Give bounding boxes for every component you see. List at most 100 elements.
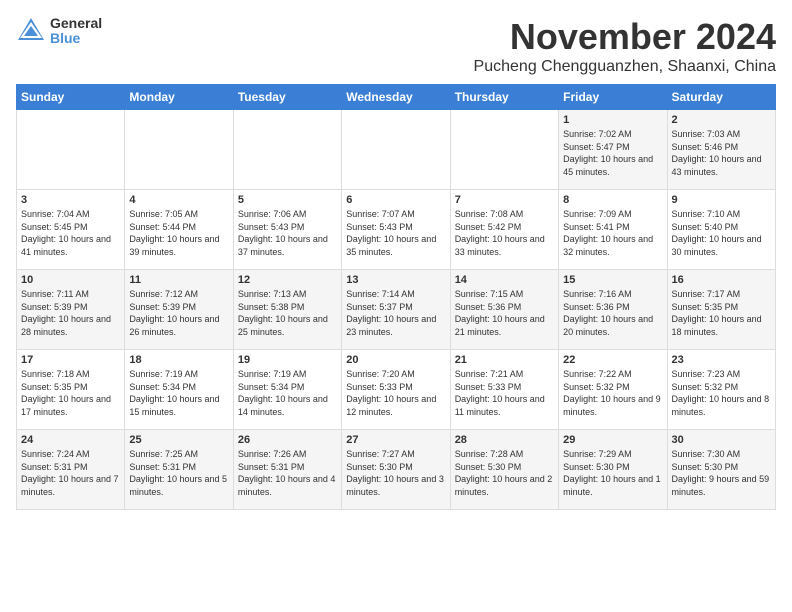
empty-cell [233,110,341,190]
day-number: 30 [672,434,771,446]
logo-blue: Blue [50,31,102,46]
weekday-header-tuesday: Tuesday [233,85,341,110]
title-block: November 2024 Pucheng Chengguanzhen, Sha… [474,16,776,76]
week-row-5: 24 Sunrise: 7:24 AM Sunset: 5:31 PM Dayli… [17,430,776,510]
day-number: 24 [21,434,120,446]
day-info: Sunrise: 7:23 AM Sunset: 5:32 PM Dayligh… [672,368,771,418]
day-info: Sunrise: 7:04 AM Sunset: 5:45 PM Dayligh… [21,208,120,258]
day-cell-15: 15Sunrise: 7:16 AM Sunset: 5:36 PM Dayli… [559,270,667,350]
day-number: 21 [455,354,554,366]
logo: General Blue [16,16,102,47]
day-number: 25 [129,434,228,446]
empty-cell [125,110,233,190]
day-number: 19 [238,354,337,366]
day-info: Sunrise: 7:16 AM Sunset: 5:36 PM Dayligh… [563,288,662,338]
day-number: 20 [346,354,445,366]
day-number: 27 [346,434,445,446]
logo-general: General [50,16,102,31]
day-cell-26: 26 Sunrise: 7:26 AM Sunset: 5:31 PM Dayli… [233,430,341,510]
calendar-header: SundayMondayTuesdayWednesdayThursdayFrid… [17,85,776,110]
day-cell-22: 22 Sunrise: 7:22 AM Sunset: 5:32 PM Dayli… [559,350,667,430]
day-cell-9: 9Sunrise: 7:10 AM Sunset: 5:40 PM Daylig… [667,190,775,270]
day-info: Sunrise: 7:05 AM Sunset: 5:44 PM Dayligh… [129,208,228,258]
day-info: Sunrise: 7:26 AM Sunset: 5:31 PM Dayligh… [238,448,337,498]
location: Pucheng Chengguanzhen, Shaanxi, China [474,58,776,76]
day-info: Sunrise: 7:07 AM Sunset: 5:43 PM Dayligh… [346,208,445,258]
day-number: 17 [21,354,120,366]
day-cell-8: 8 Sunrise: 7:09 AM Sunset: 5:41 PM Daylig… [559,190,667,270]
day-info: Sunrise: 7:09 AM Sunset: 5:41 PM Dayligh… [563,208,662,258]
day-info: Sunrise: 7:08 AM Sunset: 5:42 PM Dayligh… [455,208,554,258]
weekday-header-sunday: Sunday [17,85,125,110]
day-number: 13 [346,274,445,286]
day-info: Sunrise: 7:13 AM Sunset: 5:38 PM Dayligh… [238,288,337,338]
day-info: Sunrise: 7:19 AM Sunset: 5:34 PM Dayligh… [238,368,337,418]
day-info: Sunrise: 7:11 AM Sunset: 5:39 PM Dayligh… [21,288,120,338]
day-number: 12 [238,274,337,286]
logo-text: General Blue [50,16,102,47]
day-cell-10: 10 Sunrise: 7:11 AM Sunset: 5:39 PM Dayli… [17,270,125,350]
day-number: 26 [238,434,337,446]
weekday-header-saturday: Saturday [667,85,775,110]
weekday-header-thursday: Thursday [450,85,558,110]
day-number: 3 [21,194,120,206]
week-row-1: 1 Sunrise: 7:02 AM Sunset: 5:47 PM Daylig… [17,110,776,190]
day-info: Sunrise: 7:27 AM Sunset: 5:30 PM Dayligh… [346,448,445,498]
day-info: Sunrise: 7:24 AM Sunset: 5:31 PM Dayligh… [21,448,120,498]
day-cell-30: 30 Sunrise: 7:30 AM Sunset: 5:30 PM Dayli… [667,430,775,510]
page-header: General Blue November 2024 Pucheng Cheng… [16,16,776,76]
day-number: 4 [129,194,228,206]
day-cell-16: 16Sunrise: 7:17 AM Sunset: 5:35 PM Dayli… [667,270,775,350]
weekday-header-monday: Monday [125,85,233,110]
day-cell-17: 17 Sunrise: 7:18 AM Sunset: 5:35 PM Dayli… [17,350,125,430]
calendar-table: SundayMondayTuesdayWednesdayThursdayFrid… [16,84,776,510]
day-cell-2: 2 Sunrise: 7:03 AM Sunset: 5:46 PM Daylig… [667,110,775,190]
week-row-2: 3 Sunrise: 7:04 AM Sunset: 5:45 PM Daylig… [17,190,776,270]
day-info: Sunrise: 7:25 AM Sunset: 5:31 PM Dayligh… [129,448,228,498]
day-info: Sunrise: 7:06 AM Sunset: 5:43 PM Dayligh… [238,208,337,258]
day-cell-3: 3 Sunrise: 7:04 AM Sunset: 5:45 PM Daylig… [17,190,125,270]
day-info: Sunrise: 7:18 AM Sunset: 5:35 PM Dayligh… [21,368,120,418]
day-cell-6: 6Sunrise: 7:07 AM Sunset: 5:43 PM Daylig… [342,190,450,270]
day-cell-18: 18 Sunrise: 7:19 AM Sunset: 5:34 PM Dayli… [125,350,233,430]
day-cell-29: 29 Sunrise: 7:29 AM Sunset: 5:30 PM Dayli… [559,430,667,510]
day-cell-7: 7 Sunrise: 7:08 AM Sunset: 5:42 PM Daylig… [450,190,558,270]
weekday-header-row: SundayMondayTuesdayWednesdayThursdayFrid… [17,85,776,110]
day-info: Sunrise: 7:22 AM Sunset: 5:32 PM Dayligh… [563,368,662,418]
day-number: 1 [563,114,662,126]
day-number: 29 [563,434,662,446]
day-info: Sunrise: 7:20 AM Sunset: 5:33 PM Dayligh… [346,368,445,418]
day-cell-12: 12 Sunrise: 7:13 AM Sunset: 5:38 PM Dayli… [233,270,341,350]
day-cell-25: 25 Sunrise: 7:25 AM Sunset: 5:31 PM Dayli… [125,430,233,510]
day-cell-21: 21 Sunrise: 7:21 AM Sunset: 5:33 PM Dayli… [450,350,558,430]
day-info: Sunrise: 7:15 AM Sunset: 5:36 PM Dayligh… [455,288,554,338]
day-cell-13: 13Sunrise: 7:14 AM Sunset: 5:37 PM Dayli… [342,270,450,350]
day-number: 16 [672,274,771,286]
day-number: 28 [455,434,554,446]
calendar-body: 1 Sunrise: 7:02 AM Sunset: 5:47 PM Daylig… [17,110,776,510]
day-info: Sunrise: 7:21 AM Sunset: 5:33 PM Dayligh… [455,368,554,418]
day-number: 8 [563,194,662,206]
day-info: Sunrise: 7:03 AM Sunset: 5:46 PM Dayligh… [672,128,771,178]
day-info: Sunrise: 7:28 AM Sunset: 5:30 PM Dayligh… [455,448,554,498]
day-number: 2 [672,114,771,126]
day-info: Sunrise: 7:02 AM Sunset: 5:47 PM Dayligh… [563,128,662,178]
empty-cell [450,110,558,190]
day-number: 11 [129,274,228,286]
day-cell-11: 11 Sunrise: 7:12 AM Sunset: 5:39 PM Dayli… [125,270,233,350]
day-cell-20: 20 Sunrise: 7:20 AM Sunset: 5:33 PM Dayli… [342,350,450,430]
day-number: 14 [455,274,554,286]
day-info: Sunrise: 7:12 AM Sunset: 5:39 PM Dayligh… [129,288,228,338]
day-cell-27: 27 Sunrise: 7:27 AM Sunset: 5:30 PM Dayli… [342,430,450,510]
day-number: 10 [21,274,120,286]
week-row-3: 10 Sunrise: 7:11 AM Sunset: 5:39 PM Dayli… [17,270,776,350]
day-number: 18 [129,354,228,366]
empty-cell [342,110,450,190]
day-info: Sunrise: 7:30 AM Sunset: 5:30 PM Dayligh… [672,448,771,498]
day-cell-28: 28 Sunrise: 7:28 AM Sunset: 5:30 PM Dayli… [450,430,558,510]
day-info: Sunrise: 7:19 AM Sunset: 5:34 PM Dayligh… [129,368,228,418]
day-info: Sunrise: 7:29 AM Sunset: 5:30 PM Dayligh… [563,448,662,498]
day-number: 22 [563,354,662,366]
month-year: November 2024 [474,16,776,58]
day-number: 7 [455,194,554,206]
